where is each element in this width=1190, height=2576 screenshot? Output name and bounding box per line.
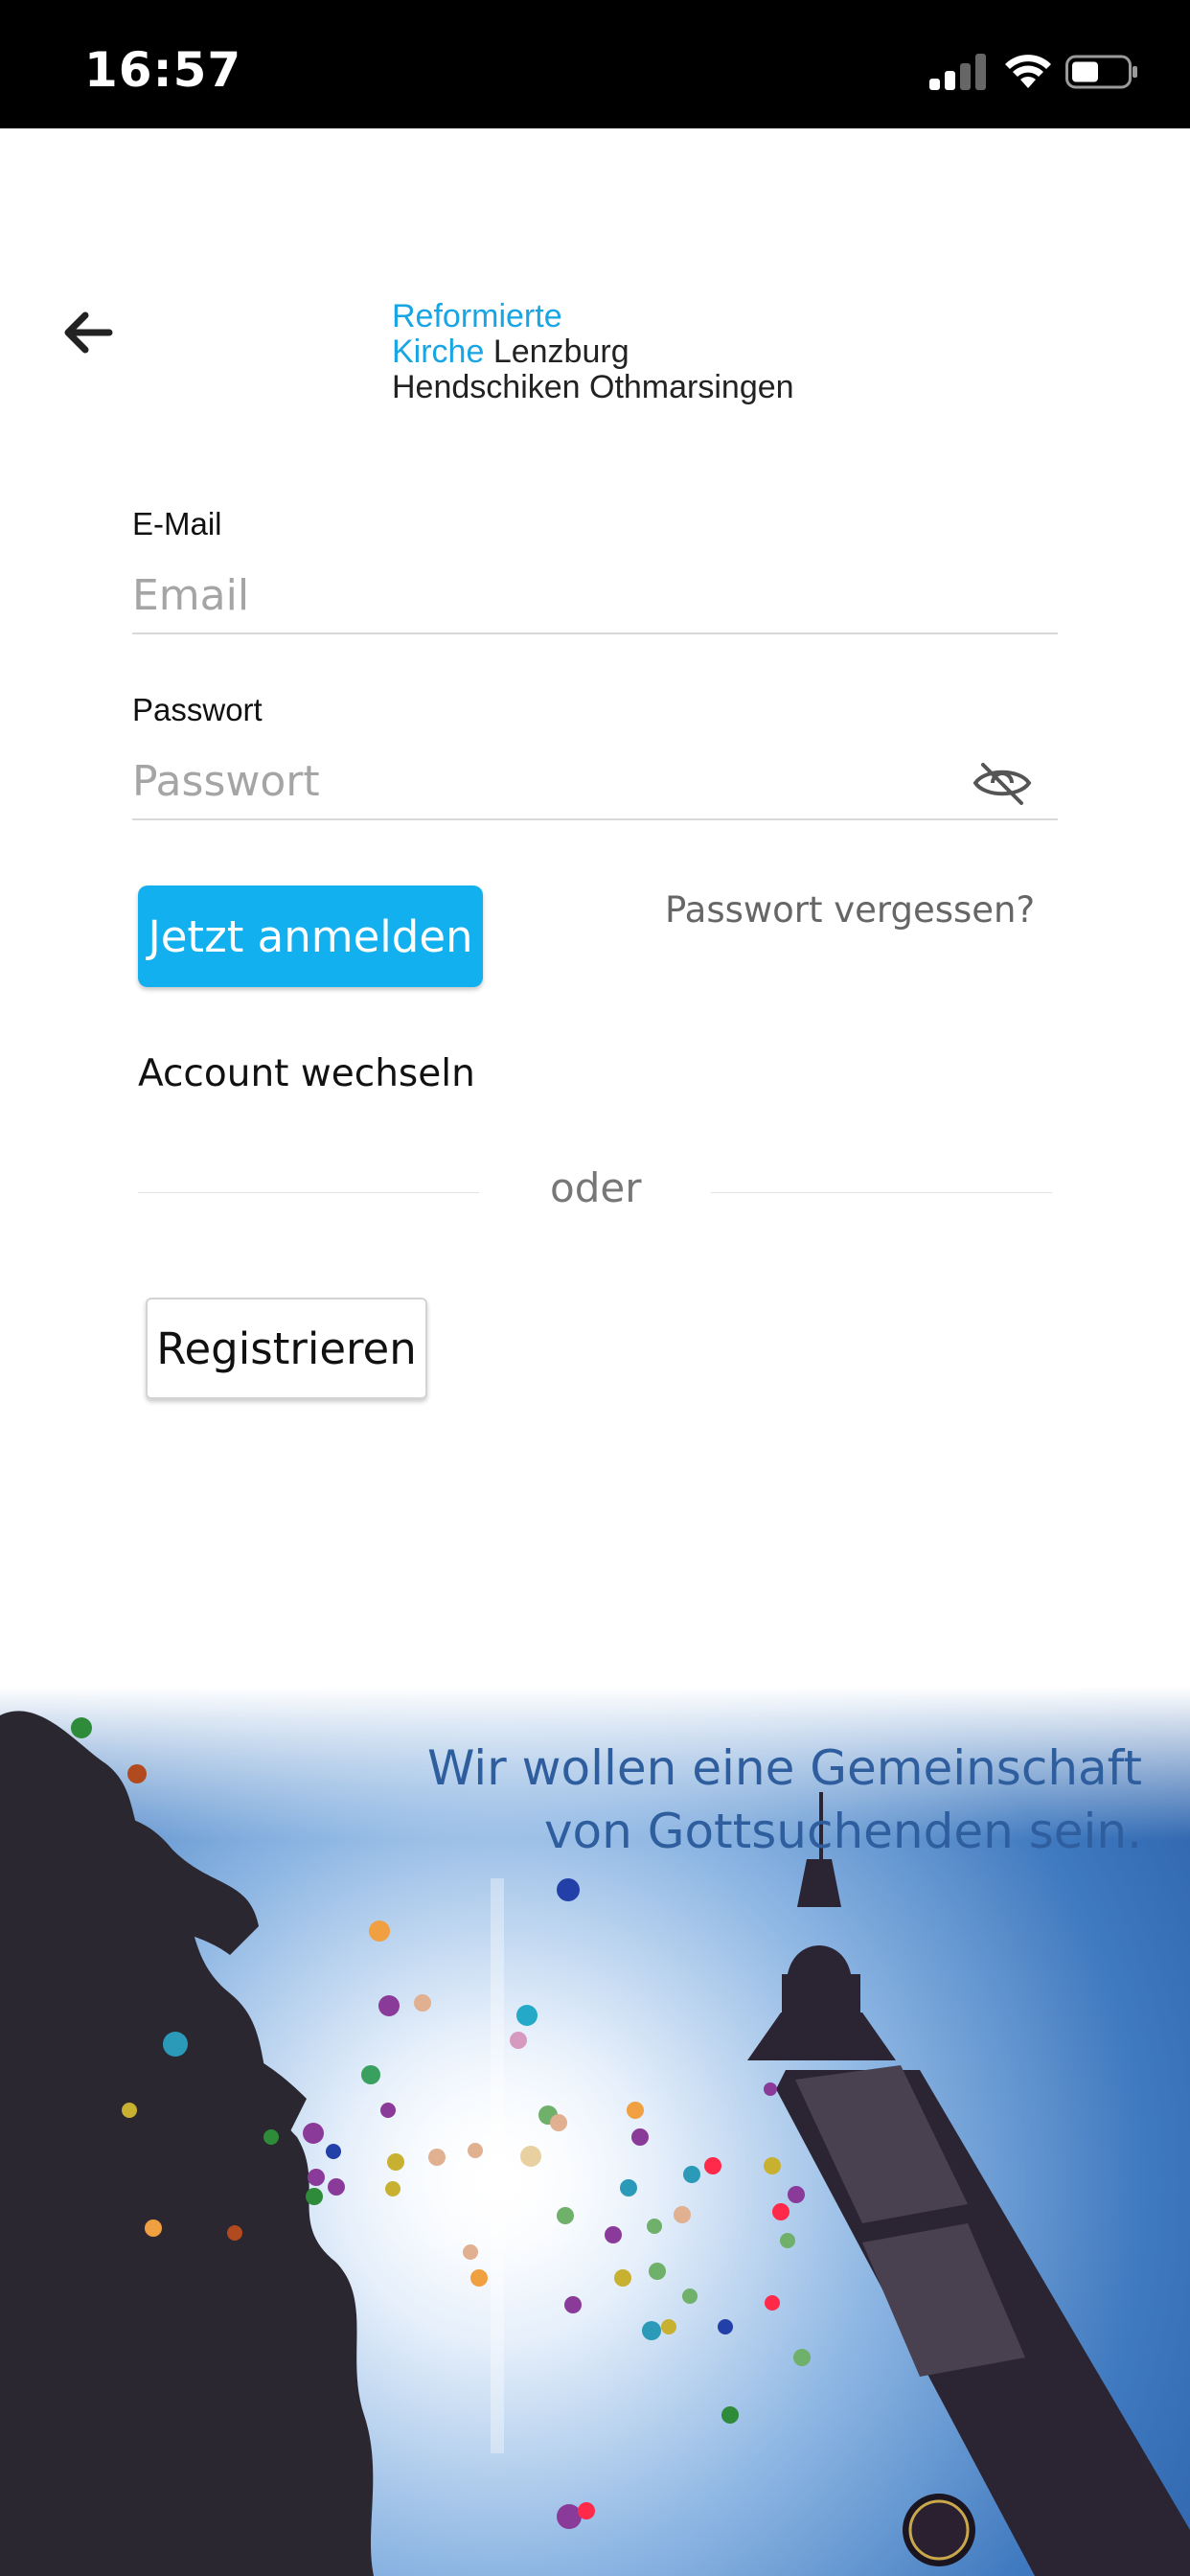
status-time: 16:57: [84, 42, 242, 98]
divider-line-left: [138, 1192, 479, 1193]
wifi-icon: [1005, 55, 1051, 88]
password-field-container: [132, 748, 1058, 820]
divider-line-right: [711, 1192, 1052, 1193]
logo-line2-blue: Kirche: [392, 334, 485, 370]
email-label: E-Mail: [132, 506, 222, 541]
forgot-password-link[interactable]: Passwort vergessen?: [665, 889, 1035, 931]
eye-slash-icon[interactable]: [972, 757, 1033, 809]
cellular-signal-icon: [929, 54, 989, 90]
slogan-line1: Wir wollen eine Gemeinschaft: [426, 1740, 1142, 1796]
divider-text: oder: [550, 1164, 642, 1211]
status-bar: 16:57: [0, 0, 1190, 128]
switch-account-link[interactable]: Account wechseln: [138, 1052, 475, 1095]
email-field-container: [132, 562, 1058, 634]
battery-icon: [1065, 55, 1137, 89]
slogan-line2: von Gottsuchenden sein.: [543, 1804, 1142, 1859]
logo-line1: Reformierte: [392, 298, 562, 334]
password-label: Passwort: [132, 692, 263, 727]
login-button[interactable]: Jetzt anmelden: [138, 886, 483, 987]
email-field[interactable]: [132, 562, 956, 629]
arrow-left-icon[interactable]: [59, 305, 115, 360]
logo-line3: Hendschiken Othmarsingen: [392, 369, 794, 405]
logo-line2-dark: Lenzburg: [484, 334, 629, 370]
church-logo: Reformierte Kirche Lenzburg Hendschiken …: [392, 299, 794, 405]
hero-slogan: Wir wollen eine Gemeinschaft von Gottsuc…: [427, 1736, 1142, 1863]
register-button[interactable]: Registrieren: [146, 1298, 427, 1399]
password-field[interactable]: [132, 748, 956, 815]
